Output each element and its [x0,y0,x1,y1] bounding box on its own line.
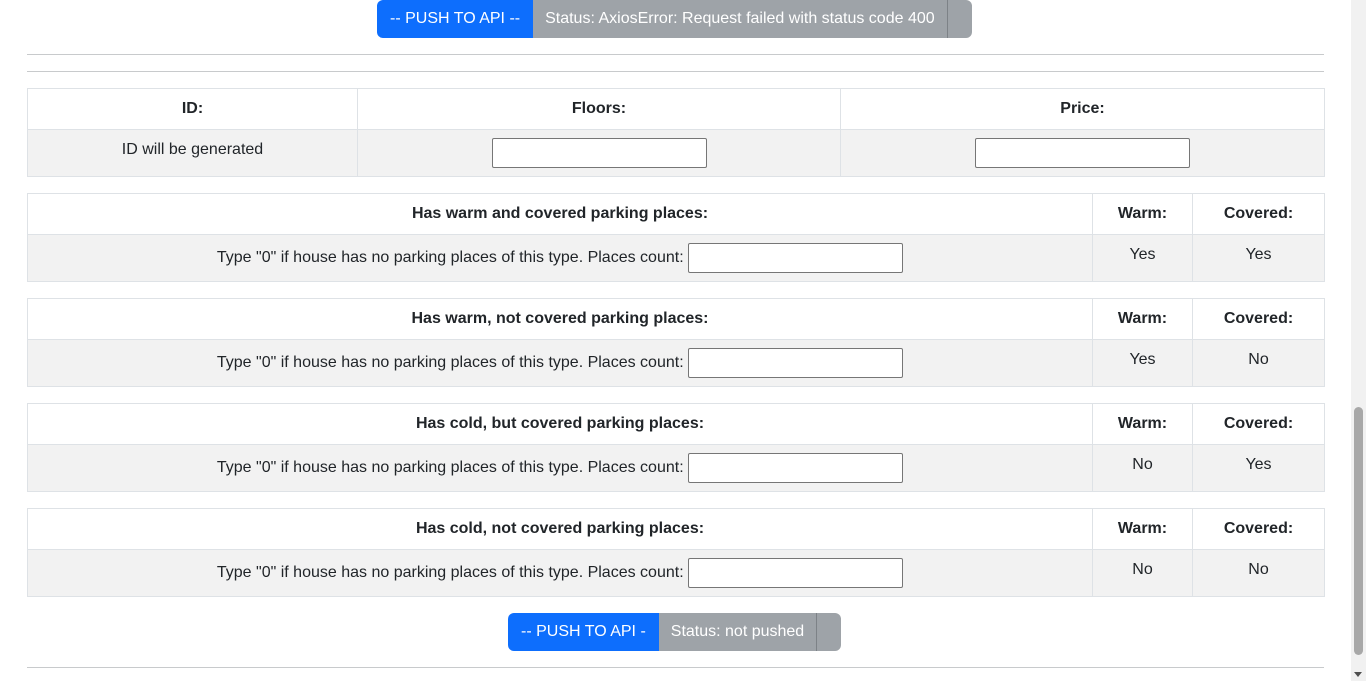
parking-title: Has warm, not covered parking places: [27,298,1093,340]
bottom-status-label: Status: not pushed [658,613,817,651]
parking-title: Has cold, not covered parking places: [27,508,1093,550]
warm-header: Warm: [1092,193,1193,235]
bottom-status-extra-button[interactable] [816,613,842,651]
top-status-label: Status: AxiosError: Request failed with … [533,0,947,38]
parking-count-label: Type "0" if house has no parking places … [216,354,684,371]
warm-value: No [1092,549,1193,597]
parking-count-input[interactable] [688,558,904,588]
divider-3 [27,667,1324,668]
warm-value: Yes [1092,339,1193,387]
parking-count-cell: Type "0" if house has no parking places … [27,549,1093,597]
parking-count-cell: Type "0" if house has no parking places … [27,339,1093,387]
page-scrollbar[interactable] [1351,0,1366,681]
parking-count-label: Type "0" if house has no parking places … [216,564,684,581]
id-header: ID: [27,88,358,130]
warm-header: Warm: [1092,508,1193,550]
parking-table-cold-covered: Has cold, but covered parking places: Wa… [27,403,1325,492]
floors-input[interactable] [491,138,707,168]
parking-count-label: Type "0" if house has no parking places … [216,249,684,266]
parking-count-input[interactable] [688,243,904,273]
parking-count-cell: Type "0" if house has no parking places … [27,444,1093,492]
id-cell: ID will be generated [27,129,358,177]
parking-title: Has cold, but covered parking places: [27,403,1093,445]
covered-header: Covered: [1192,508,1325,550]
floors-cell [357,129,841,177]
price-cell [840,129,1325,177]
bottom-push-to-api-button[interactable]: -- PUSH TO API - [508,613,659,651]
bottom-push-group: -- PUSH TO API - Status: not pushed [508,613,842,651]
scroll-down-arrow-icon[interactable] [1354,672,1362,677]
parking-table-cold-not-covered: Has cold, not covered parking places: Wa… [27,508,1325,597]
covered-header: Covered: [1192,193,1325,235]
covered-value: Yes [1192,444,1325,492]
covered-value: Yes [1192,234,1325,282]
warm-value: No [1092,444,1193,492]
covered-header: Covered: [1192,298,1325,340]
page: -- PUSH TO API -- Status: AxiosError: Re… [0,0,1366,681]
floors-header: Floors: [357,88,841,130]
parking-table-warm-not-covered: Has warm, not covered parking places: Wa… [27,298,1325,387]
divider-1 [27,54,1324,55]
divider-2 [27,71,1324,72]
parking-count-label: Type "0" if house has no parking places … [216,459,684,476]
parking-count-input[interactable] [688,453,904,483]
covered-value: No [1192,339,1325,387]
warm-header: Warm: [1092,298,1193,340]
price-header: Price: [840,88,1325,130]
scrollbar-thumb[interactable] [1354,407,1363,655]
house-table: ID: Floors: Price: ID will be generated [27,88,1325,177]
top-push-group: -- PUSH TO API -- Status: AxiosError: Re… [377,0,972,38]
covered-value: No [1192,549,1325,597]
price-input[interactable] [975,138,1190,168]
parking-table-warm-covered: Has warm and covered parking places: War… [27,193,1325,282]
parking-count-input[interactable] [688,348,904,378]
covered-header: Covered: [1192,403,1325,445]
warm-value: Yes [1092,234,1193,282]
top-push-to-api-button[interactable]: -- PUSH TO API -- [377,0,534,38]
parking-title: Has warm and covered parking places: [27,193,1093,235]
top-status-extra-button[interactable] [946,0,972,38]
parking-count-cell: Type "0" if house has no parking places … [27,234,1093,282]
warm-header: Warm: [1092,403,1193,445]
